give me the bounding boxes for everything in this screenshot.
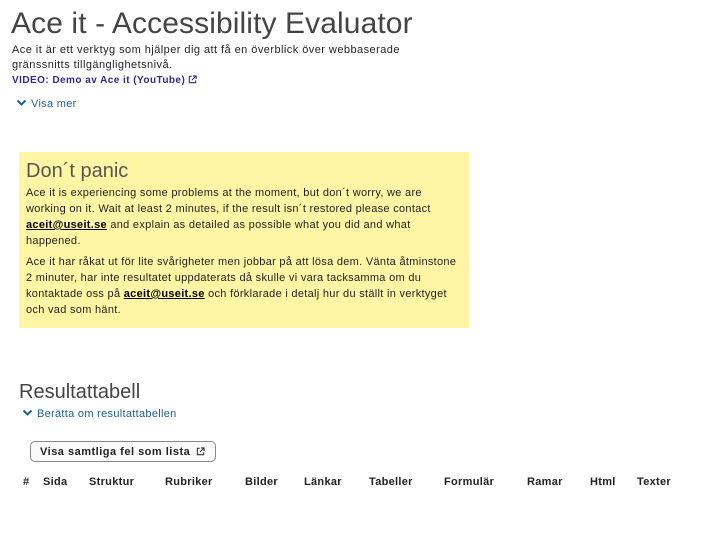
- notice-title: Don´t panic: [26, 160, 129, 182]
- column-header-texter: Texter: [637, 476, 671, 488]
- notice-text-swedish: Ace it har råkat ut för lite svårigheter…: [26, 254, 461, 318]
- chevron-down-icon: [22, 409, 33, 416]
- notice-email-link-english[interactable]: aceit@useit.se: [26, 219, 107, 231]
- notice-text-english: Ace it is experiencing some problems at …: [26, 185, 461, 249]
- column-header-html: Html: [590, 476, 616, 488]
- video-demo-link[interactable]: VIDEO: Demo av Ace it (YouTube): [12, 75, 197, 86]
- external-link-icon: [197, 446, 205, 455]
- results-title: Resultattabell: [19, 381, 141, 403]
- column-header-formular: Formulär: [444, 476, 495, 488]
- about-results-toggle[interactable]: Berätta om resultattabellen: [22, 408, 177, 420]
- column-header-number: #: [23, 476, 30, 488]
- column-header-sida: Sida: [43, 476, 68, 488]
- column-header-ramar: Ramar: [527, 476, 563, 488]
- about-results-label: Berätta om resultattabellen: [37, 408, 177, 420]
- column-header-rubriker: Rubriker: [165, 476, 213, 488]
- show-all-errors-button[interactable]: Visa samtliga fel som lista: [30, 441, 217, 462]
- notice-english-before: Ace it is experiencing some problems at …: [26, 187, 431, 215]
- chevron-down-icon: [16, 99, 27, 106]
- dont-panic-notice: Don´t panic Ace it is experiencing some …: [19, 152, 469, 328]
- intro-text: Ace it är ett verktyg som hjälper dig at…: [12, 44, 400, 71]
- column-header-bilder: Bilder: [245, 476, 278, 488]
- video-demo-link-label: VIDEO: Demo av Ace it (YouTube): [12, 75, 186, 86]
- show-all-errors-label: Visa samtliga fel som lista: [40, 445, 191, 458]
- external-link-icon: [189, 75, 197, 84]
- notice-email-link-swedish[interactable]: aceit@useit.se: [124, 288, 205, 300]
- column-header-struktur: Struktur: [89, 476, 135, 488]
- show-more-toggle[interactable]: Visa mer: [16, 98, 77, 110]
- show-more-label: Visa mer: [31, 98, 77, 110]
- page-title: Ace it - Accessibility Evaluator: [11, 7, 413, 40]
- column-header-lankar: Länkar: [304, 476, 342, 488]
- page: Ace it - Accessibility Evaluator Ace it …: [0, 0, 716, 540]
- column-header-tabeller: Tabeller: [369, 476, 413, 488]
